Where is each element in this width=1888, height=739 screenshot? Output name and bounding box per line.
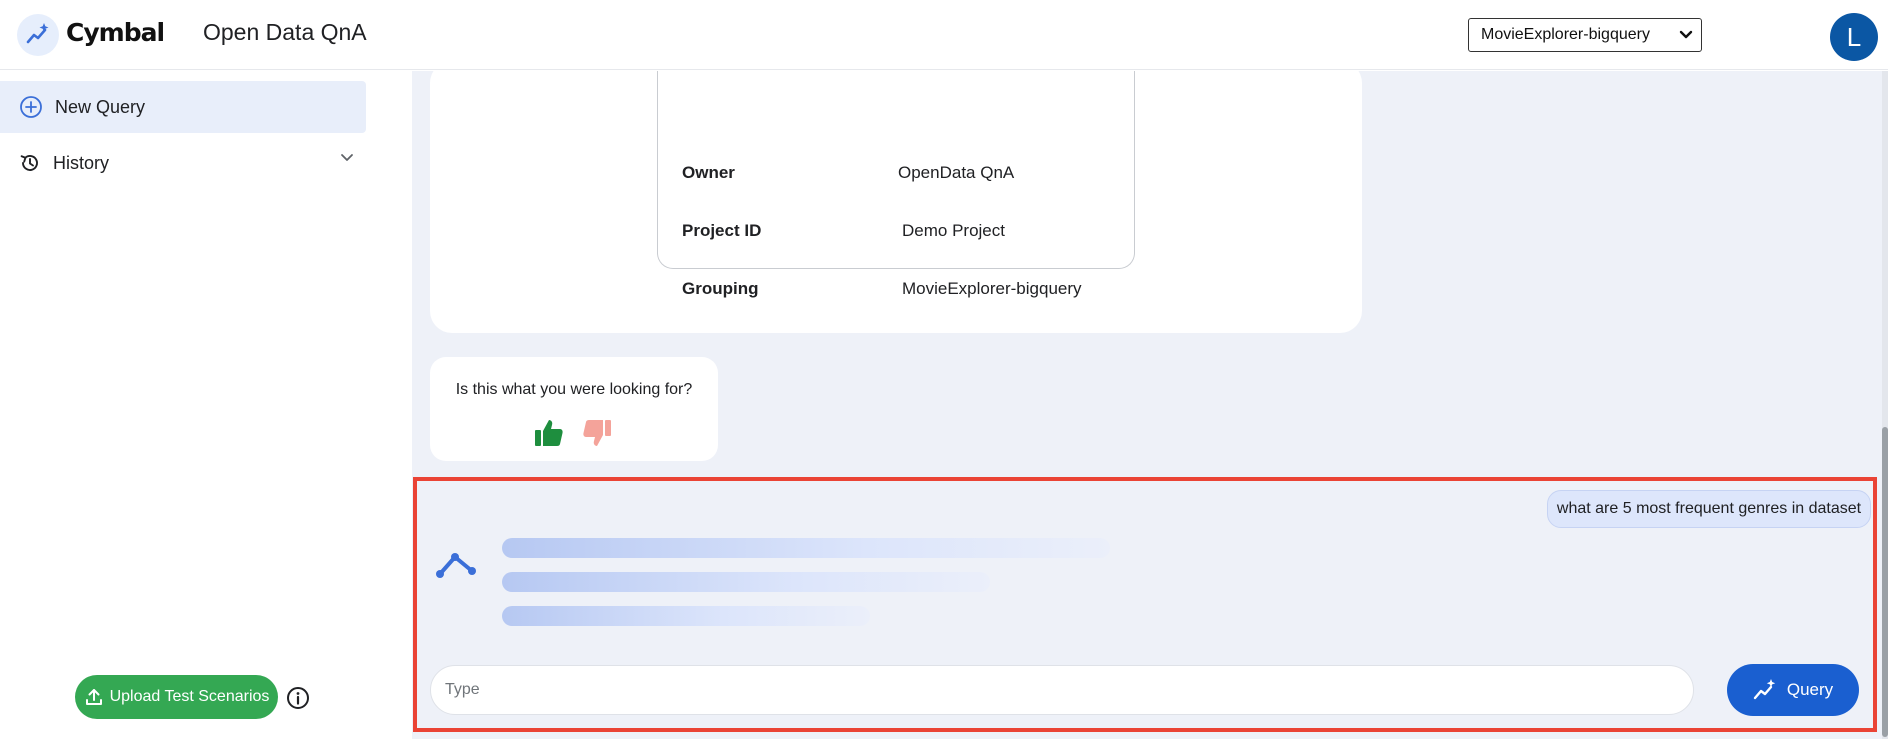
- metadata-key: Owner: [682, 163, 735, 182]
- sidebar: New Query History Upload Test Scenarios: [0, 71, 412, 739]
- bot-chart-icon: [436, 553, 476, 578]
- upload-button-label: Upload Test Scenarios: [109, 688, 270, 705]
- scrollbar-thumb[interactable]: [1882, 427, 1888, 737]
- chat-panel: Owner OpenData QnA Project ID Demo Proje…: [412, 71, 1888, 739]
- sidebar-item-new-query[interactable]: New Query: [0, 81, 366, 133]
- metadata-value: MovieExplorer-bigquery: [902, 279, 1082, 298]
- feedback-card: Is this what you were looking for?: [430, 357, 718, 461]
- app-header: Cymbal Open Data QnA MovieExplorer-bigqu…: [0, 0, 1888, 70]
- sidebar-item-history[interactable]: History: [0, 139, 366, 187]
- thumbs-down-icon[interactable]: [581, 417, 613, 449]
- query-input[interactable]: [445, 666, 1681, 714]
- query-button[interactable]: Query: [1727, 664, 1859, 716]
- dataset-select-value: MovieExplorer-bigquery: [1481, 26, 1650, 43]
- metadata-key: Grouping: [682, 279, 759, 298]
- plus-circle-icon: [20, 96, 42, 118]
- brand-logo-text: Cymbal: [66, 18, 165, 47]
- sparkle-chart-icon: [1753, 679, 1776, 700]
- metadata-value: Demo Project: [902, 221, 1005, 240]
- user-message-bubble: what are 5 most frequent genres in datas…: [1547, 490, 1871, 528]
- app-title: Open Data QnA: [203, 19, 367, 45]
- history-icon: [20, 155, 38, 171]
- chevron-down-icon: [341, 154, 353, 161]
- metadata-key: Project ID: [682, 221, 762, 240]
- loading-skeleton-line: [502, 606, 870, 626]
- upload-test-scenarios-button[interactable]: Upload Test Scenarios: [75, 675, 278, 719]
- sidebar-item-label: New Query: [55, 96, 146, 117]
- dataset-metadata-table: Owner OpenData QnA Project ID Demo Proje…: [657, 71, 1135, 298]
- dataset-select[interactable]: MovieExplorer-bigquery: [1468, 18, 1702, 52]
- metadata-value: OpenData QnA: [898, 163, 1015, 182]
- chevron-down-icon: [1679, 30, 1693, 39]
- thumbs-up-icon[interactable]: [533, 417, 565, 449]
- query-button-label: Query: [1786, 680, 1834, 699]
- feedback-question: Is this what you were looking for?: [455, 381, 693, 398]
- logo-icon: [17, 14, 59, 56]
- loading-skeleton-line: [502, 538, 1110, 558]
- upload-icon: [85, 689, 102, 705]
- sidebar-item-label: History: [53, 152, 110, 173]
- query-input-wrapper: [430, 665, 1694, 715]
- info-icon[interactable]: [286, 686, 310, 710]
- loading-skeleton-line: [502, 572, 990, 592]
- user-avatar[interactable]: L: [1830, 13, 1878, 61]
